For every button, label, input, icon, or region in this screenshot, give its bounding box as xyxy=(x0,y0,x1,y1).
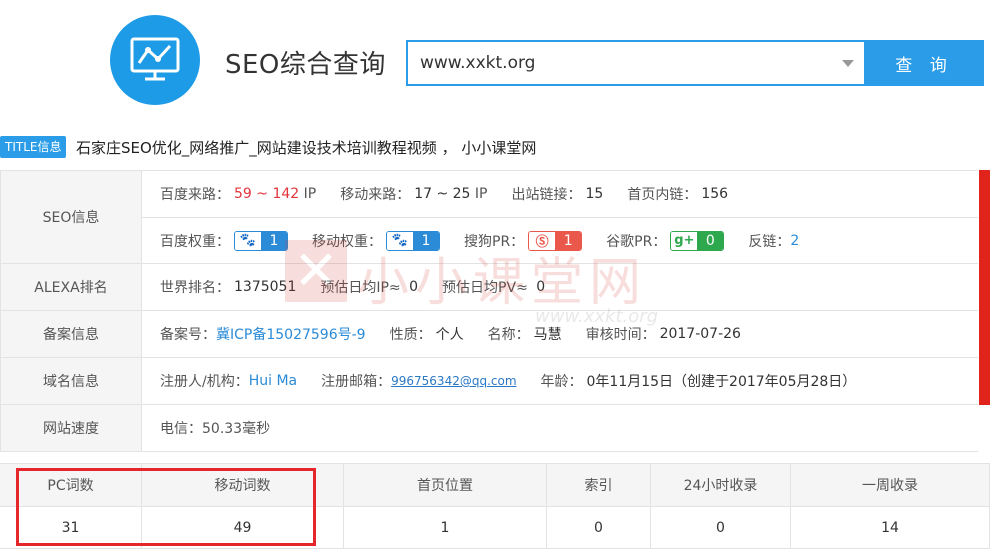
internal-links-value: 156 xyxy=(701,186,729,202)
icp-nature-label: 性质： xyxy=(389,327,432,343)
mobile-weight-label: 移动权重： xyxy=(312,233,382,250)
icp-name-label: 名称： xyxy=(487,327,530,343)
outbound-links-label: 出站链接： xyxy=(511,187,582,203)
search-button[interactable]: 查 询 xyxy=(864,40,984,86)
baidu-weight-value: 1 xyxy=(261,231,287,250)
backlinks-label: 反链： xyxy=(748,233,791,250)
24h-indexed-value: 0 xyxy=(651,507,791,548)
daily-ip-label: 预估日均IP≈ xyxy=(320,280,401,296)
world-rank-label: 世界排名： xyxy=(160,280,230,296)
age-label: 年龄： xyxy=(540,374,583,390)
paw-icon: 🐾 xyxy=(387,231,413,250)
icp-row: 备案信息 备案号： 冀ICP备15027596号-9 性质： 个人 名称： 马慧 审核… xyxy=(0,311,978,358)
week-indexed-value: 14 xyxy=(791,507,990,548)
mobile-weight-value: 1 xyxy=(413,231,439,250)
mobile-weight-badge[interactable]: 🐾 1 xyxy=(386,230,440,251)
pc-keywords-value[interactable]: 31 xyxy=(0,507,142,548)
stats-header-cell: 移动词数 xyxy=(142,464,344,506)
age-value: 0年11月15日（创建于2017年05月28日） xyxy=(586,374,857,390)
homepage-position-value: 1 xyxy=(344,507,547,548)
google-pr-badge[interactable]: g+ 0 xyxy=(670,230,725,251)
baidu-weight-label: 百度权重： xyxy=(160,233,230,250)
stats-header-cell: PC词数 xyxy=(0,464,142,506)
icp-audit-value: 2017-07-26 xyxy=(659,326,741,342)
stats-header-cell: 索引 xyxy=(547,464,651,506)
icp-nature-value: 个人 xyxy=(435,327,464,343)
baidu-traffic-value: 59 ~ 142 xyxy=(234,186,300,202)
icp-number-label: 备案号： xyxy=(160,327,216,343)
stats-header-cell: 首页位置 xyxy=(344,464,547,506)
alexa-row: ALEXA排名 世界排名： 1375051 预估日均IP≈ 0 预估日均PV≈ 0 xyxy=(0,264,978,311)
backlinks-link[interactable]: 2 xyxy=(790,233,799,249)
icp-audit-label: 审核时间： xyxy=(585,327,656,343)
stats-value-row: 31 49 1 0 0 14 xyxy=(0,507,990,549)
icp-name-value: 马慧 xyxy=(533,327,562,343)
chevron-down-icon[interactable] xyxy=(842,60,854,67)
speed-value: 电信：50.33毫秒 xyxy=(160,421,271,437)
info-table: SEO信息 百度来路： 59 ~ 142 IP 移动来路： 17 ~ 25 IP 出… xyxy=(0,170,978,452)
mobile-traffic-value: 17 ~ 25 xyxy=(414,186,471,202)
stats-header-row: PC词数 移动词数 首页位置 索引 24小时收录 一周收录 xyxy=(0,464,990,507)
speed-row: 网站速度 电信：50.33毫秒 xyxy=(0,405,978,452)
stats-table: PC词数 移动词数 首页位置 索引 24小时收录 一周收录 31 49 1 0 … xyxy=(0,463,990,549)
mobile-traffic-unit: IP xyxy=(474,186,488,202)
email-label: 注册邮箱： xyxy=(321,374,392,390)
paw-icon: 🐾 xyxy=(235,231,261,250)
sogou-pr-value: 1 xyxy=(555,231,582,250)
sogou-pr-label: 搜狗PR： xyxy=(464,233,525,250)
side-ad-banner[interactable] xyxy=(979,170,990,405)
baidu-traffic-unit: IP xyxy=(303,186,317,202)
sogou-pr-badge[interactable]: Ⓢ 1 xyxy=(528,230,583,251)
baidu-traffic-label: 百度来路： xyxy=(160,187,230,203)
alexa-label: ALEXA排名 xyxy=(0,264,142,310)
registrant-link[interactable]: Hui Ma xyxy=(249,373,297,389)
domain-row: 域名信息 注册人/机构： Hui Ma 注册邮箱： 996756342@qq.com… xyxy=(0,358,978,405)
icp-number-link[interactable]: 冀ICP备15027596号-9 xyxy=(216,324,366,344)
outbound-links-value: 15 xyxy=(585,186,604,202)
search-input[interactable] xyxy=(420,52,820,74)
chart-monitor-icon xyxy=(130,37,180,81)
registrant-label: 注册人/机构： xyxy=(160,374,249,390)
stats-header-cell: 一周收录 xyxy=(791,464,990,506)
world-rank-value: 1375051 xyxy=(234,279,297,295)
google-pr-label: 谷歌PR： xyxy=(606,233,667,250)
daily-ip-value: 0 xyxy=(409,279,419,295)
icp-label: 备案信息 xyxy=(0,311,142,357)
mobile-keywords-value[interactable]: 49 xyxy=(142,507,344,548)
mobile-traffic-label: 移动来路： xyxy=(340,187,411,203)
title-info-badge: TITLE信息 xyxy=(0,136,67,158)
stats-header-cell: 24小时收录 xyxy=(651,464,791,506)
daily-pv-value: 0 xyxy=(536,279,546,295)
seo-info-label: SEO信息 xyxy=(0,171,142,263)
speed-label: 网站速度 xyxy=(0,405,142,451)
app-title: SEO综合查询 xyxy=(225,50,386,80)
page-title-text: 石家庄SEO优化_网络推广_网站建设技术培训教程视频 ， 小小课堂网 xyxy=(76,139,537,157)
google-pr-value: 0 xyxy=(697,231,724,250)
google-plus-icon: g+ xyxy=(671,231,698,250)
email-link[interactable]: 996756342@qq.com xyxy=(391,374,516,388)
app-logo xyxy=(110,15,200,105)
daily-pv-label: 预估日均PV≈ xyxy=(442,280,528,296)
domain-label: 域名信息 xyxy=(0,358,142,404)
index-value: 0 xyxy=(547,507,651,548)
internal-links-label: 首页内链： xyxy=(627,187,698,203)
seo-info-row: SEO信息 百度来路： 59 ~ 142 IP 移动来路： 17 ~ 25 IP 出… xyxy=(0,171,978,264)
search-box[interactable] xyxy=(406,40,864,86)
sogou-icon: Ⓢ xyxy=(529,231,556,250)
baidu-weight-badge[interactable]: 🐾 1 xyxy=(234,230,288,251)
